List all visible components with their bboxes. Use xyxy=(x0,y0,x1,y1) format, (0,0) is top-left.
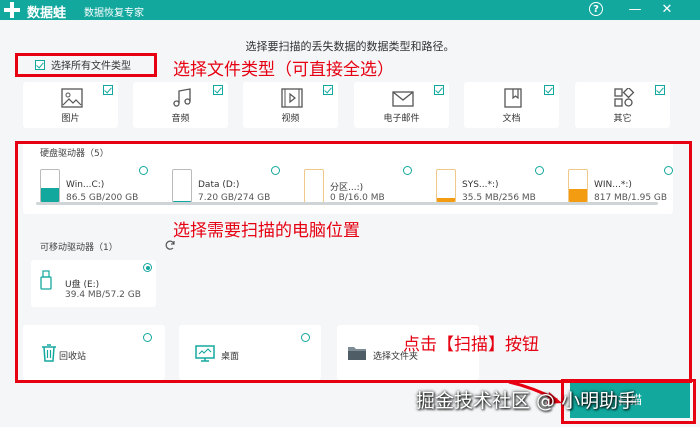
annotation-box-location xyxy=(15,141,692,383)
title-bar: 数据蛙 数据恢复专家 ? — ✕ xyxy=(0,0,700,21)
file-type-audio[interactable]: 音频 xyxy=(133,82,228,128)
audio-type-checkbox[interactable] xyxy=(213,85,223,95)
minimize-button[interactable]: — xyxy=(627,2,643,18)
file-type-document[interactable]: 文档 xyxy=(464,82,559,128)
file-type-other[interactable]: 其它 xyxy=(575,82,670,128)
annotation-file-types: 选择文件类型（可直接全选） xyxy=(173,60,394,80)
video-type-checkbox[interactable] xyxy=(323,85,333,95)
file-type-label: 音频 xyxy=(171,114,190,124)
help-button[interactable]: ? xyxy=(589,2,605,18)
file-type-label: 其它 xyxy=(613,114,632,124)
annotation-box-select-all xyxy=(15,53,157,77)
close-button[interactable]: ✕ xyxy=(659,2,675,18)
file-type-image[interactable]: 图片 xyxy=(23,82,118,128)
image-type-checkbox[interactable] xyxy=(103,85,113,95)
mail-icon xyxy=(392,91,414,107)
file-type-label: 文档 xyxy=(502,114,521,124)
video-icon xyxy=(281,88,303,108)
page-title: 选择要扫描的丢失数据的数据类型和路径。 xyxy=(245,40,455,53)
app-name: 数据蛙 xyxy=(27,6,67,21)
other-type-checkbox[interactable] xyxy=(655,85,665,95)
file-type-label: 图片 xyxy=(61,114,80,124)
file-type-label: 电子邮件 xyxy=(383,114,420,124)
help-icon: ? xyxy=(589,2,603,16)
other-icon xyxy=(614,88,635,107)
document-icon xyxy=(504,88,522,108)
email-type-checkbox[interactable] xyxy=(434,85,444,95)
app-subtitle: 数据恢复专家 xyxy=(84,8,144,19)
file-type-label: 视频 xyxy=(281,114,300,124)
file-type-video[interactable]: 视频 xyxy=(243,82,338,128)
document-type-checkbox[interactable] xyxy=(544,85,554,95)
file-type-email[interactable]: 电子邮件 xyxy=(354,82,449,128)
app-logo-icon xyxy=(4,2,20,18)
music-icon xyxy=(173,88,191,107)
watermark: 掘金技术社区 @ 小明助手 xyxy=(416,390,638,412)
image-icon xyxy=(61,88,83,108)
